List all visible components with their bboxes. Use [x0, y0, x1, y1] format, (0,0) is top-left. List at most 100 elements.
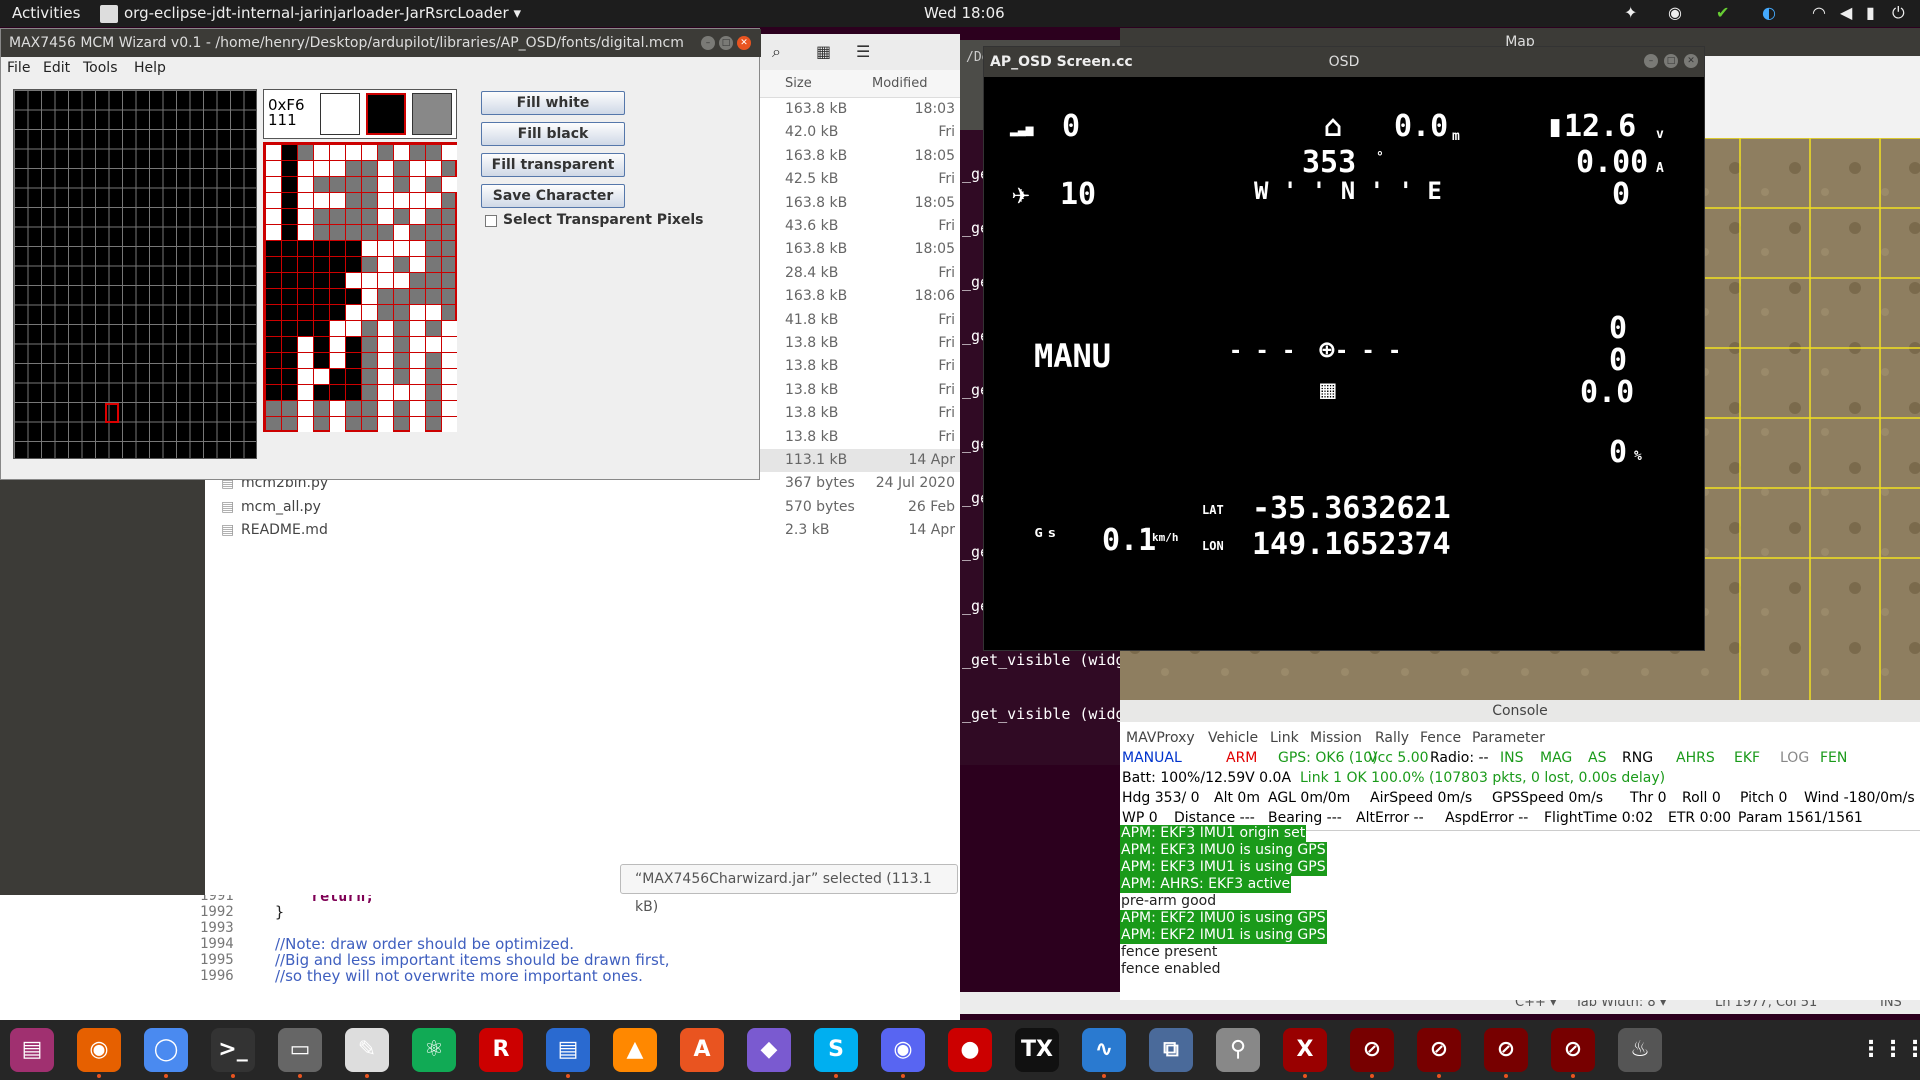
pixel-black[interactable]	[298, 257, 313, 272]
usb-icon[interactable]: ⚲	[1216, 1028, 1260, 1072]
pixel-white[interactable]	[298, 209, 313, 224]
pixel-white[interactable]	[266, 209, 281, 224]
opentx-icon[interactable]: TX	[1015, 1028, 1059, 1072]
pixel-white[interactable]	[362, 305, 377, 320]
skype-icon[interactable]: S	[814, 1028, 858, 1072]
save-character-button[interactable]: Save Character	[481, 184, 625, 208]
pixel-black[interactable]	[282, 289, 297, 304]
pixel-white[interactable]	[378, 273, 393, 288]
menu-mavproxy[interactable]: MAVProxy	[1126, 730, 1195, 746]
pixel-black[interactable]	[282, 241, 297, 256]
app-menu[interactable]: org-eclipse-jdt-internal-jarinjarloader-…	[124, 4, 521, 22]
pixel-white[interactable]	[298, 193, 313, 208]
pixel-white[interactable]	[442, 353, 457, 368]
pixel-white[interactable]	[394, 145, 409, 160]
pixel-white[interactable]	[330, 337, 345, 352]
pixel-white[interactable]	[410, 321, 425, 336]
pixel-white[interactable]	[330, 193, 345, 208]
pixel-white[interactable]	[346, 305, 361, 320]
menu-parameter[interactable]: Parameter	[1472, 730, 1545, 746]
battery-icon[interactable]: ▮	[1866, 3, 1875, 22]
pixel-black[interactable]	[298, 321, 313, 336]
pixel-white[interactable]	[410, 305, 425, 320]
pixel-black[interactable]	[282, 353, 297, 368]
pixel-black[interactable]	[330, 241, 345, 256]
pixel-white[interactable]	[298, 225, 313, 240]
pixel-black[interactable]	[266, 337, 281, 352]
pixel-black[interactable]	[314, 321, 329, 336]
pixel-black[interactable]	[282, 209, 297, 224]
pixel-white[interactable]	[410, 257, 425, 272]
pixel-white[interactable]	[314, 193, 329, 208]
fill-black-button[interactable]: Fill black	[481, 122, 625, 146]
block-icon[interactable]: ⊘	[1551, 1028, 1595, 1072]
pixel-white[interactable]	[330, 417, 345, 432]
pixel-white[interactable]	[378, 209, 393, 224]
pixel-black[interactable]	[346, 241, 361, 256]
pixel-white[interactable]	[378, 369, 393, 384]
pixel-black[interactable]	[346, 353, 361, 368]
pixel-white[interactable]	[410, 161, 425, 176]
software-icon[interactable]: A	[680, 1028, 724, 1072]
menu-fence[interactable]: Fence	[1420, 730, 1461, 746]
pixel-white[interactable]	[266, 193, 281, 208]
pixel-black[interactable]	[346, 289, 361, 304]
java-icon[interactable]: ♨	[1618, 1028, 1662, 1072]
pixel-black[interactable]	[266, 321, 281, 336]
pixel-white[interactable]	[378, 321, 393, 336]
pixel-white[interactable]	[442, 417, 457, 432]
pixel-white[interactable]	[378, 193, 393, 208]
atom-icon[interactable]: ⚛	[412, 1028, 456, 1072]
pixel-black[interactable]	[330, 369, 345, 384]
check-tray-icon[interactable]: ✔	[1716, 3, 1729, 22]
pixel-editor-grid[interactable]	[263, 142, 457, 432]
pixel-black[interactable]	[266, 257, 281, 272]
clock[interactable]: Wed 18:06	[924, 4, 1005, 22]
pixel-black[interactable]	[282, 145, 297, 160]
menu-icon[interactable]: ☰	[856, 42, 870, 61]
pixel-white[interactable]	[410, 209, 425, 224]
pixel-black[interactable]	[330, 273, 345, 288]
pixel-white[interactable]	[378, 257, 393, 272]
pixel-white[interactable]	[426, 161, 441, 176]
pixel-white[interactable]	[346, 321, 361, 336]
vlc-icon[interactable]: ▲	[613, 1028, 657, 1072]
grid-view-icon[interactable]: ▦	[816, 42, 831, 61]
show-apps-icon[interactable]: ⋮⋮⋮	[1860, 1028, 1920, 1072]
pixel-white[interactable]	[426, 305, 441, 320]
activities-button[interactable]: Activities	[12, 4, 80, 22]
pixel-white[interactable]	[410, 401, 425, 416]
pixel-white[interactable]	[330, 401, 345, 416]
pixel-white[interactable]	[394, 273, 409, 288]
pixel-white[interactable]	[442, 337, 457, 352]
pixel-white[interactable]	[330, 145, 345, 160]
pixel-black[interactable]	[346, 337, 361, 352]
code-line[interactable]: //so they will not overwrite more import…	[275, 968, 669, 984]
dropbox-icon[interactable]: ✦	[1624, 3, 1637, 22]
pixel-black[interactable]	[314, 257, 329, 272]
power-icon[interactable]: ⏻	[1892, 3, 1905, 23]
pixel-white[interactable]	[378, 161, 393, 176]
selected-character[interactable]	[105, 403, 119, 423]
mcm-wizard-window[interactable]: MAX7456 MCM Wizard v0.1 - /home/henry/De…	[0, 28, 761, 480]
pixel-white[interactable]	[298, 385, 313, 400]
pixel-black[interactable]	[282, 273, 297, 288]
pixel-black[interactable]	[266, 385, 281, 400]
menu-help[interactable]: Help	[134, 60, 166, 76]
pixel-white[interactable]	[442, 385, 457, 400]
writer-icon[interactable]: ▤	[546, 1028, 590, 1072]
firefox-icon[interactable]: ◉	[77, 1028, 121, 1072]
pixel-black[interactable]	[298, 241, 313, 256]
pixel-white[interactable]	[442, 145, 457, 160]
files-icon[interactable]: ▤	[10, 1028, 54, 1072]
pixel-white[interactable]	[378, 337, 393, 352]
block-icon[interactable]: ⊘	[1417, 1028, 1461, 1072]
pixel-white[interactable]	[298, 177, 313, 192]
pixel-white[interactable]	[378, 417, 393, 432]
pixel-black[interactable]	[298, 273, 313, 288]
code-line[interactable]: //Big and less important items should be…	[275, 952, 669, 968]
pixel-white[interactable]	[410, 385, 425, 400]
pixel-black[interactable]	[282, 225, 297, 240]
pixel-black[interactable]	[314, 305, 329, 320]
pixel-white[interactable]	[378, 241, 393, 256]
